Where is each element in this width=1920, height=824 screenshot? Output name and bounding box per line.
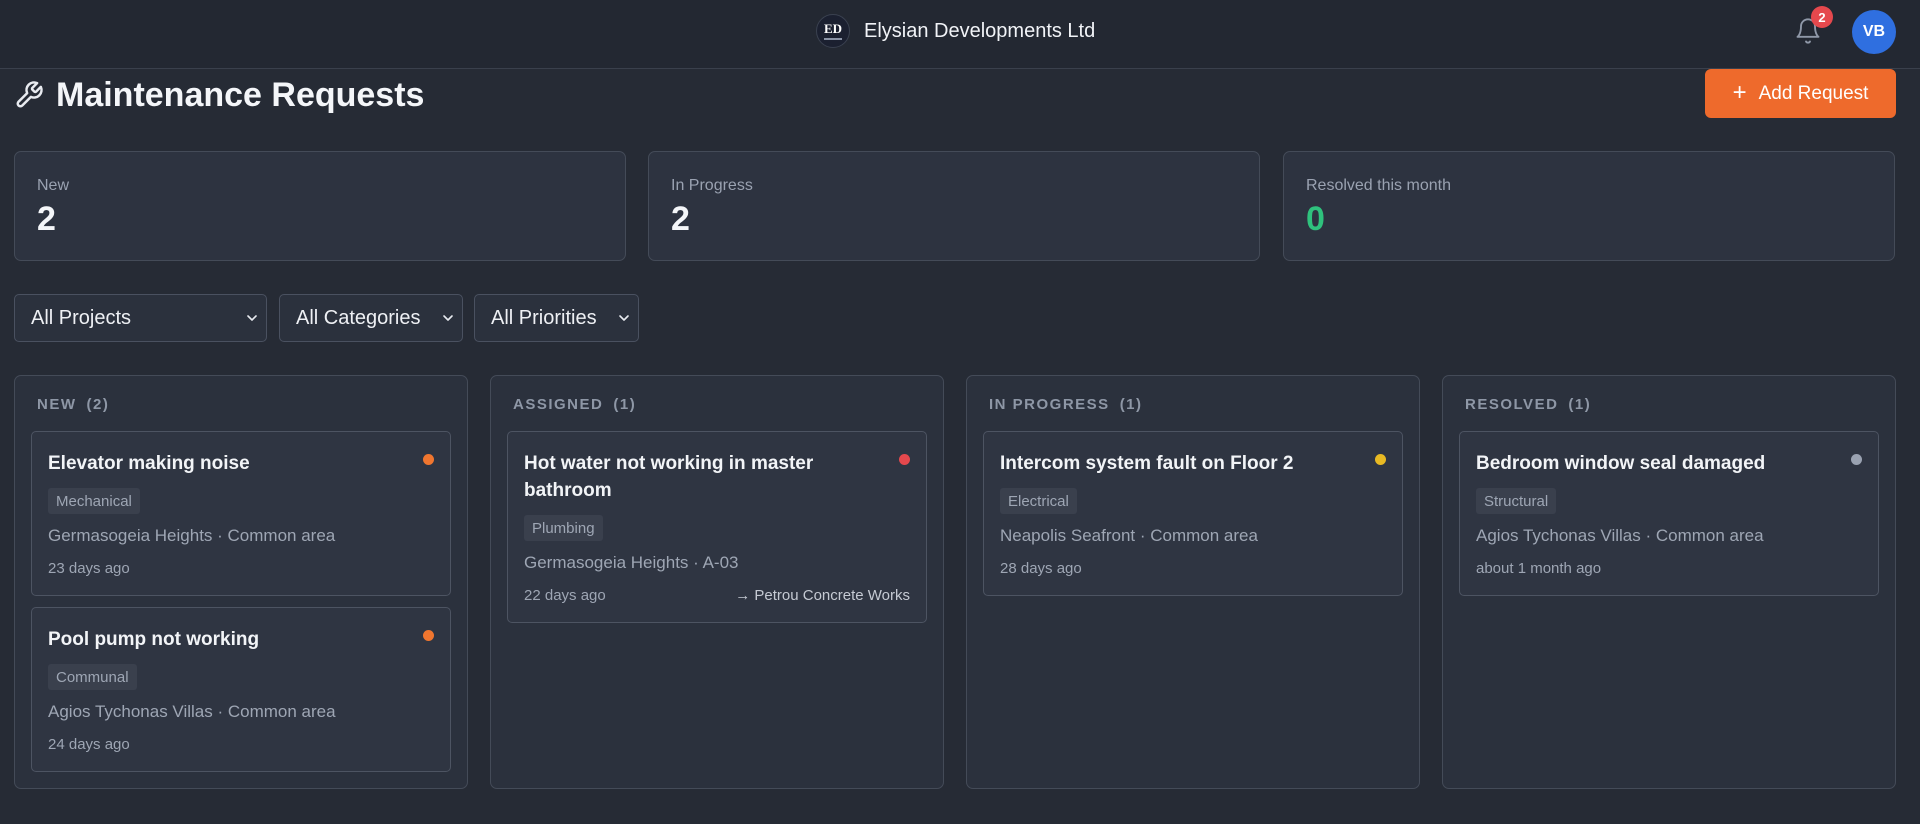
column-in-progress: IN PROGRESS (1) Intercom system fault on… bbox=[966, 375, 1420, 789]
chevron-down-icon bbox=[247, 315, 257, 321]
request-age: 22 days ago bbox=[524, 587, 606, 604]
request-assignee: → Petrou Concrete Works bbox=[735, 587, 910, 604]
request-location: Germasogeia Heights · A-03 bbox=[524, 553, 739, 572]
stat-label: In Progress bbox=[671, 177, 753, 194]
request-age: about 1 month ago bbox=[1476, 560, 1602, 577]
column-header: RESOLVED (1) bbox=[1465, 396, 1591, 413]
category-tag: Plumbing bbox=[524, 515, 603, 541]
column-header: ASSIGNED (1) bbox=[513, 396, 636, 413]
request-location: Neapolis Seafront · Common area bbox=[1000, 526, 1258, 545]
request-title: Pool pump not working bbox=[48, 629, 260, 650]
priority-dot bbox=[1851, 454, 1862, 465]
request-age: 28 days ago bbox=[1000, 560, 1082, 577]
column-title: IN PROGRESS bbox=[989, 396, 1110, 413]
stat-card-in-progress: In Progress 2 bbox=[648, 151, 1260, 261]
add-request-label: Add Request bbox=[1758, 82, 1869, 104]
request-card[interactable]: Hot water not working in master bathroom… bbox=[507, 431, 927, 623]
request-card[interactable]: Intercom system fault on Floor 2 Electri… bbox=[983, 431, 1403, 596]
request-title: Hot water not working in master bathroom bbox=[524, 453, 814, 501]
stat-label: New bbox=[37, 177, 70, 194]
column-count: (1) bbox=[613, 396, 637, 413]
category-tag: Structural bbox=[1476, 488, 1557, 514]
column-title: ASSIGNED bbox=[513, 396, 604, 413]
company-name: Elysian Developments Ltd bbox=[864, 19, 1096, 42]
plus-icon: + bbox=[1732, 78, 1747, 106]
logo-text: ED bbox=[823, 21, 843, 36]
request-location: Agios Tychonas Villas · Common area bbox=[1476, 526, 1764, 545]
company-logo: ED bbox=[816, 14, 850, 48]
category-filter-value: All Categories bbox=[296, 306, 421, 329]
priority-dot bbox=[423, 454, 434, 465]
request-location: Germasogeia Heights · Common area bbox=[48, 526, 336, 545]
request-age: 23 days ago bbox=[48, 560, 130, 577]
stat-value: 2 bbox=[37, 200, 56, 238]
chevron-down-icon bbox=[619, 315, 629, 321]
category-tag: Electrical bbox=[1000, 488, 1077, 514]
stat-card-resolved: Resolved this month 0 bbox=[1283, 151, 1895, 261]
request-card[interactable]: Elevator making noise Mechanical Germaso… bbox=[31, 431, 451, 596]
priority-dot bbox=[423, 630, 434, 641]
column-header: NEW (2) bbox=[37, 396, 109, 413]
priority-filter-select[interactable]: All Priorities bbox=[474, 294, 639, 342]
page-header: Maintenance Requests bbox=[14, 72, 424, 118]
logo-underline bbox=[824, 38, 842, 40]
page-title: Maintenance Requests bbox=[56, 75, 425, 114]
column-title: RESOLVED bbox=[1465, 396, 1559, 413]
priority-filter-value: All Priorities bbox=[491, 306, 597, 329]
column-header: IN PROGRESS (1) bbox=[989, 396, 1143, 413]
chevron-down-icon bbox=[443, 315, 453, 321]
request-title: Intercom system fault on Floor 2 bbox=[1000, 453, 1294, 474]
request-card[interactable]: Pool pump not working Communal Agios Tyc… bbox=[31, 607, 451, 772]
category-tag: Mechanical bbox=[48, 488, 140, 514]
request-title: Elevator making noise bbox=[48, 453, 250, 474]
stat-value: 0 bbox=[1306, 200, 1325, 238]
project-filter-value: All Projects bbox=[31, 306, 132, 329]
stat-value: 2 bbox=[671, 200, 690, 238]
column-resolved: RESOLVED (1) Bedroom window seal damaged… bbox=[1442, 375, 1896, 789]
wrench-icon bbox=[16, 81, 43, 108]
category-filter-select[interactable]: All Categories bbox=[279, 294, 463, 342]
top-bar: ED Elysian Developments Ltd 2 VB bbox=[0, 0, 1920, 69]
add-request-button[interactable]: + Add Request bbox=[1705, 69, 1896, 118]
column-new: NEW (2) Elevator making noise Mechanical… bbox=[14, 375, 468, 789]
stat-label: Resolved this month bbox=[1306, 177, 1451, 194]
user-avatar[interactable]: VB bbox=[1852, 10, 1896, 54]
column-count: (1) bbox=[1568, 396, 1592, 413]
project-filter-select[interactable]: All Projects bbox=[14, 294, 267, 342]
notification-count-badge: 2 bbox=[1811, 6, 1833, 28]
category-tag: Communal bbox=[48, 664, 137, 690]
column-count: (2) bbox=[86, 396, 110, 413]
column-count: (1) bbox=[1119, 396, 1143, 413]
request-age: 24 days ago bbox=[48, 736, 130, 753]
request-location: Agios Tychonas Villas · Common area bbox=[48, 702, 336, 721]
brand[interactable]: ED Elysian Developments Ltd bbox=[816, 14, 1095, 48]
stat-card-new: New 2 bbox=[14, 151, 626, 261]
column-assigned: ASSIGNED (1) Hot water not working in ma… bbox=[490, 375, 944, 789]
priority-dot bbox=[1375, 454, 1386, 465]
request-card[interactable]: Bedroom window seal damaged Structural A… bbox=[1459, 431, 1879, 596]
priority-dot bbox=[899, 454, 910, 465]
request-title: Bedroom window seal damaged bbox=[1476, 453, 1766, 474]
column-title: NEW bbox=[37, 396, 77, 413]
